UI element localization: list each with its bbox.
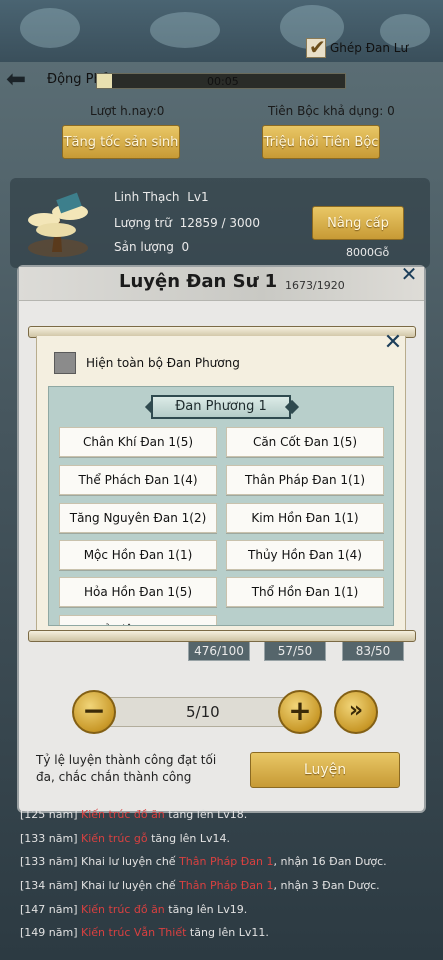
recipe-item[interactable]: Mộc Hồn Đan 1(1) xyxy=(59,540,217,570)
luyen-button[interactable]: Luyện xyxy=(250,752,400,788)
log-line: [125 năm] Kiến trúc đồ ăn tăng lên Lv18. xyxy=(20,808,248,821)
ghep-label: Ghép Đan Lư xyxy=(330,41,409,55)
stepper-value: 5/10 xyxy=(186,703,220,721)
log-line: [133 năm] Khai lư luyện chế Thân Pháp Đa… xyxy=(20,855,387,868)
cloud-decoration xyxy=(150,12,220,48)
recipe-item[interactable]: Thể Phách Đan 1(4) xyxy=(59,465,217,495)
top-bar: ⬅ Động Phủ 00:05 xyxy=(0,66,443,94)
show-all-label: Hiện toàn bộ Đan Phương xyxy=(86,356,240,370)
recipe-item[interactable]: Thổ Hồn Đan 1(1) xyxy=(226,577,384,607)
minus-button[interactable]: − xyxy=(72,690,116,734)
recipe-item[interactable]: Thủy Hồn Đan 1(4) xyxy=(226,540,384,570)
recipe-item[interactable]: Tử Tiêu Đan 1 xyxy=(59,615,217,625)
check-icon: ✔ xyxy=(309,35,326,59)
show-all-checkbox[interactable] xyxy=(54,352,76,374)
dialog-title: Luyện Đan Sư 1 xyxy=(119,271,278,292)
ghep-checkbox[interactable]: ✔ xyxy=(306,35,326,59)
linh-thach-name: Linh Thạch Lv1 xyxy=(114,190,209,204)
show-all-toggle[interactable]: Hiện toàn bộ Đan Phương xyxy=(54,352,240,374)
ghep-dan-lu-toggle[interactable]: ✔ Ghép Đan Lư xyxy=(306,35,409,59)
success-rate-text: Tỷ lệ luyện thành công đạt tối đa, chắc … xyxy=(36,753,217,784)
luot-label: Lượt h.nay:0 xyxy=(90,104,165,118)
plus-button[interactable]: + xyxy=(278,690,322,734)
log-line: [133 năm] Kiến trúc gỗ tăng lên Lv14. xyxy=(20,832,231,845)
pine-tree-icon xyxy=(22,190,94,260)
timer-bar: 00:05 xyxy=(96,73,346,89)
tien-boc-label: Tiên Bộc khả dụng: 0 xyxy=(268,104,395,118)
recipe-item[interactable]: Căn Cốt Đan 1(5) xyxy=(226,427,384,457)
recipe-item[interactable]: Tăng Nguyên Đan 1(2) xyxy=(59,503,217,533)
scroll-close-icon[interactable]: ✕ xyxy=(382,330,404,355)
dialog-count: 1673/1920 xyxy=(285,279,345,292)
material-slot[interactable]: 57/50 xyxy=(264,641,326,661)
dialog-header: Luyện Đan Sư 1 1673/1920 xyxy=(19,267,424,301)
cloud-decoration xyxy=(20,8,80,48)
scroll-bottom-rod xyxy=(28,630,416,642)
log-line: [147 năm] Kiến trúc đồ ăn tăng lên Lv19. xyxy=(20,903,248,916)
back-arrow-icon[interactable]: ⬅ xyxy=(6,67,36,91)
material-slot[interactable]: 476/100 xyxy=(188,641,250,661)
recipe-item[interactable]: Chân Khí Đan 1(5) xyxy=(59,427,217,457)
log-line: [149 năm] Kiến trúc Vẫn Thiết tăng lên L… xyxy=(20,926,269,939)
section-header: Đan Phương 1 xyxy=(151,395,291,419)
log-line: [134 năm] Khai lư luyện chế Thân Pháp Đa… xyxy=(20,879,380,892)
luong-tru: Lượng trữ 12859 / 3000 xyxy=(114,216,260,230)
recipe-panel: Đan Phương 1 Chân Khí Đan 1(5) Căn Cốt Đ… xyxy=(48,386,394,626)
san-luong: Sản lượng 0 xyxy=(114,240,190,254)
recipe-item[interactable]: Hỏa Hồn Đan 1(5) xyxy=(59,577,217,607)
summon-button[interactable]: Triệu hồi Tiên Bộc xyxy=(262,125,380,159)
recipe-item[interactable]: Kim Hồn Đan 1(1) xyxy=(226,503,384,533)
timer-fill xyxy=(97,74,112,88)
upgrade-cost: 8000Gỗ xyxy=(346,246,390,259)
max-button[interactable]: » xyxy=(334,690,378,734)
material-slot[interactable]: 83/50 xyxy=(342,641,404,661)
upgrade-button[interactable]: Nâng cấp xyxy=(312,206,404,240)
dialog-close-icon[interactable]: ✕ xyxy=(398,262,420,286)
speedup-button[interactable]: Tăng tốc sản sinh xyxy=(62,125,180,159)
timer-text: 00:05 xyxy=(207,75,239,88)
recipe-item[interactable]: Thân Pháp Đan 1(1) xyxy=(226,465,384,495)
